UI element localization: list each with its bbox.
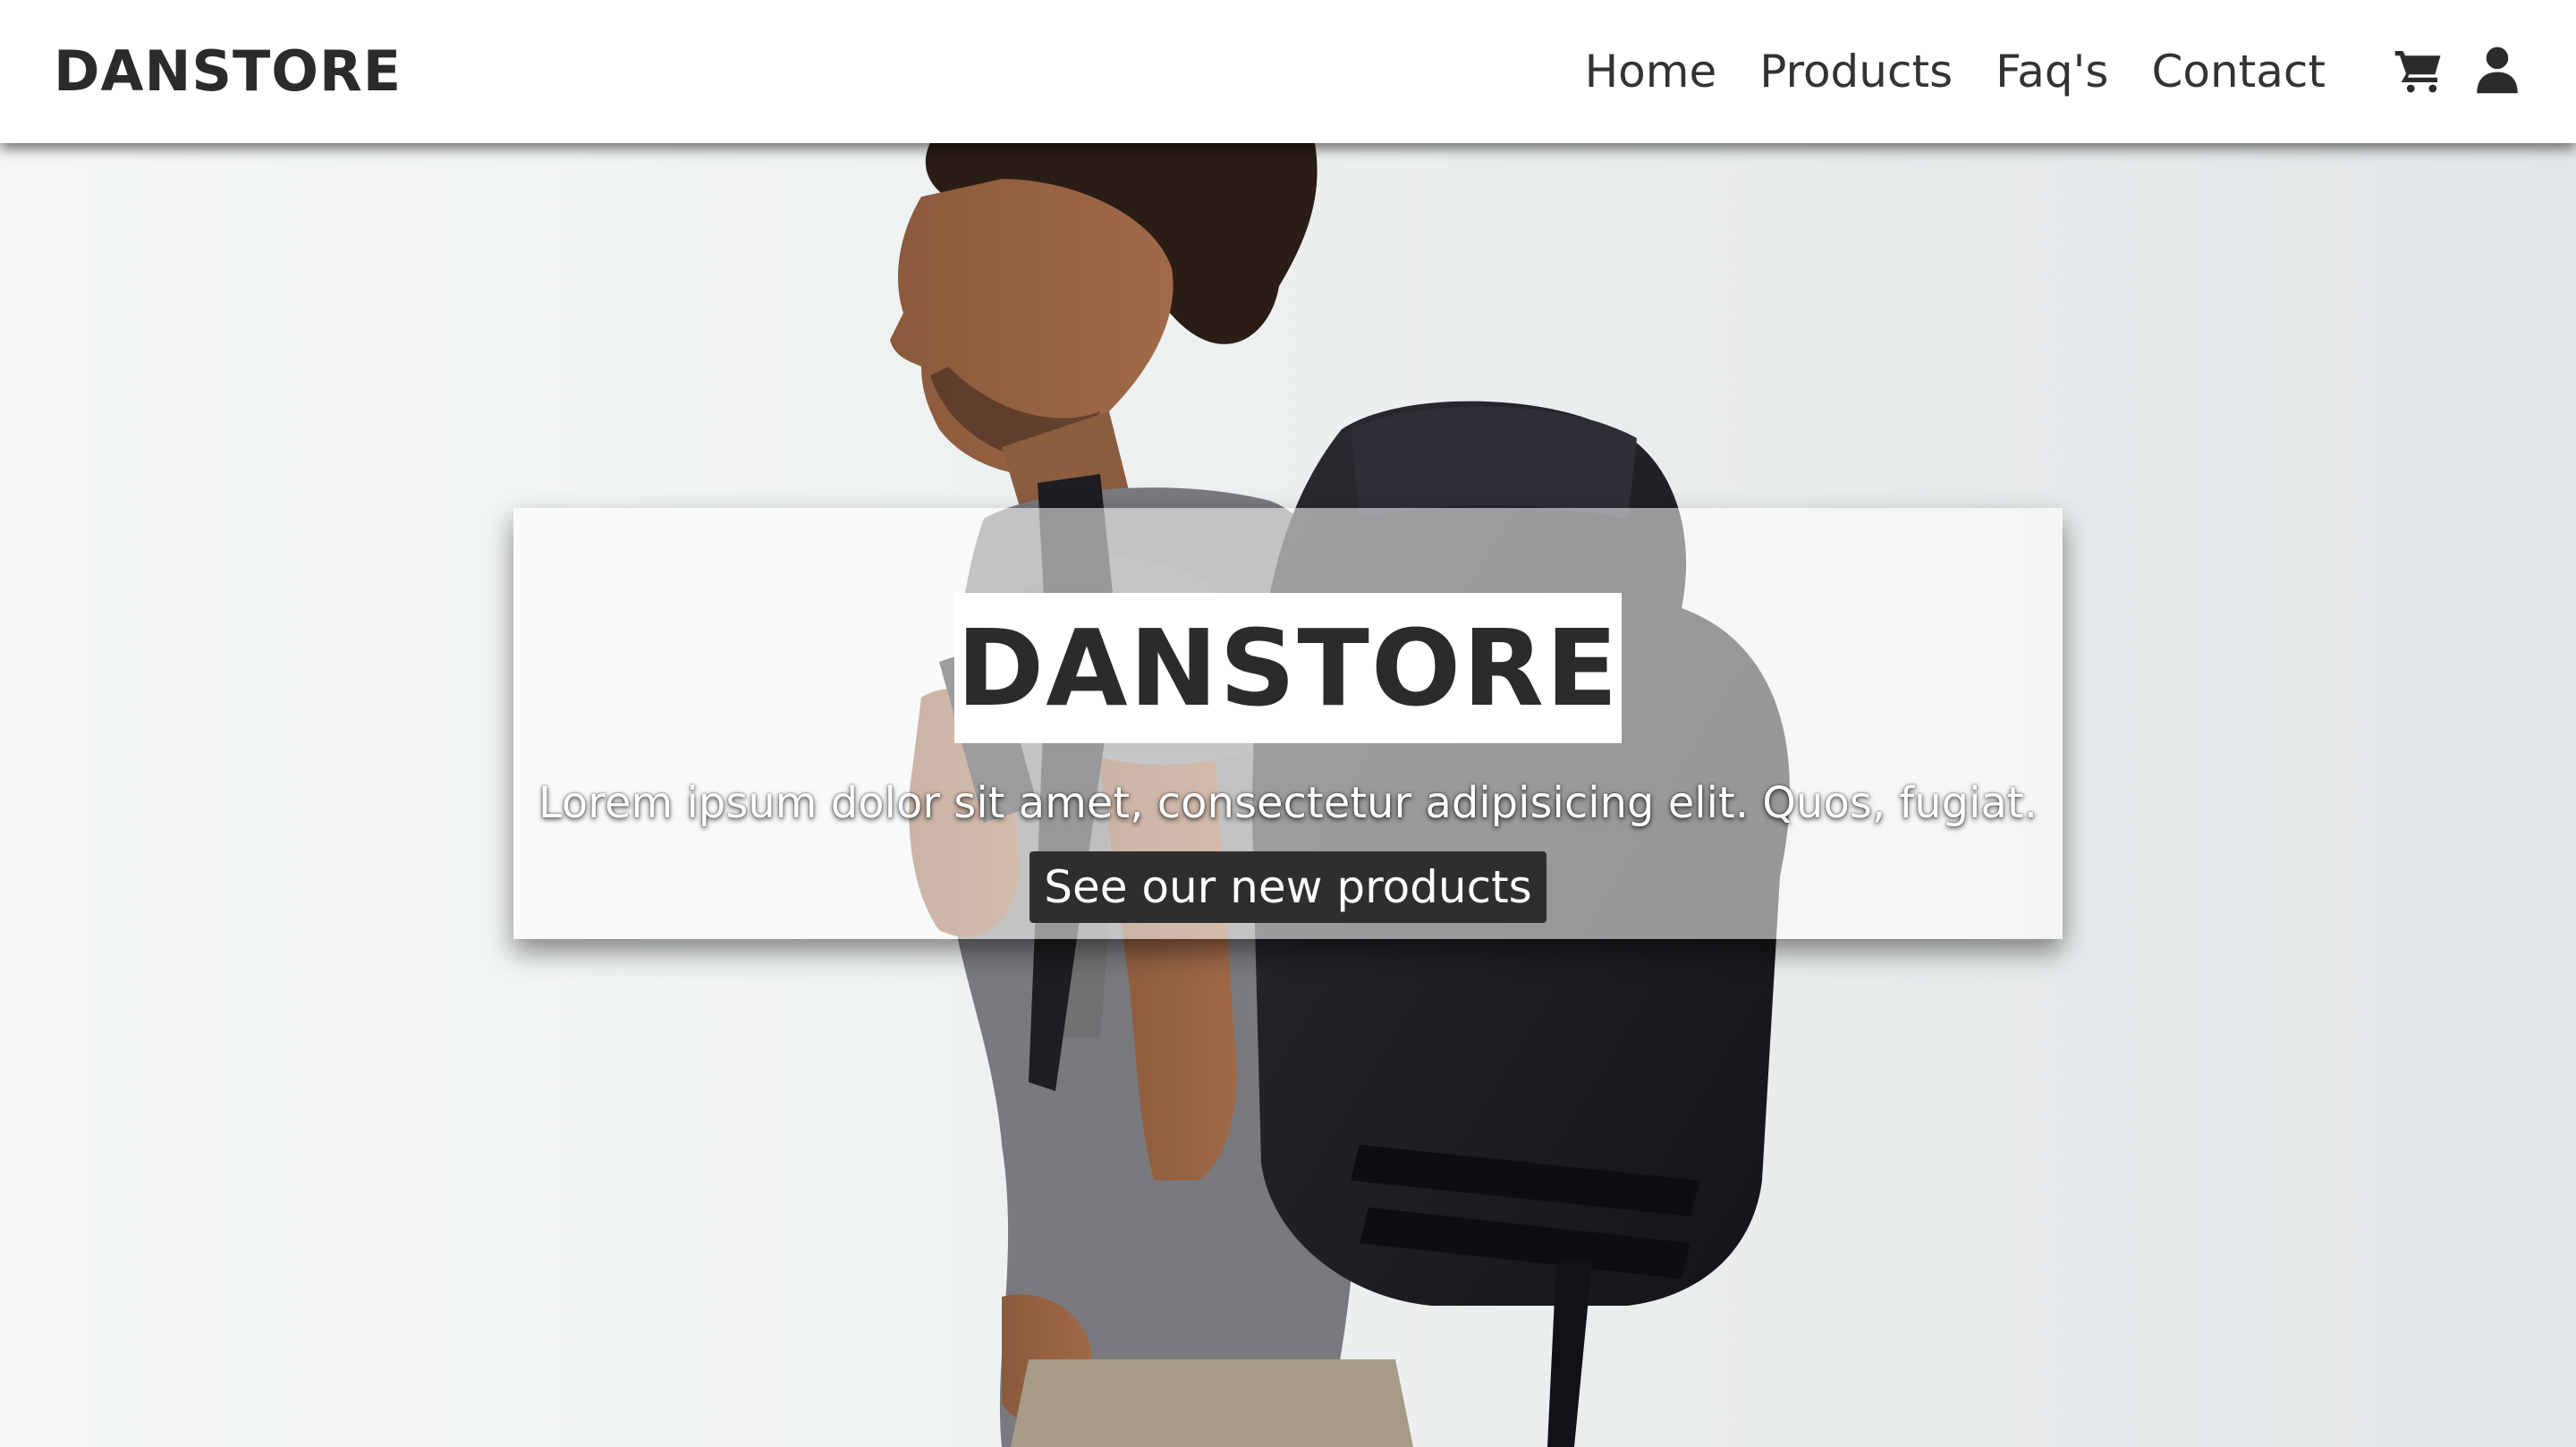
- nav-link-products[interactable]: Products: [1759, 39, 1953, 104]
- nav-link-contact[interactable]: Contact: [2151, 39, 2326, 104]
- nav-link-faqs[interactable]: Faq's: [1996, 39, 2108, 104]
- hero-title: DANSTORE: [954, 593, 1622, 744]
- nav-links: Home Products Faq's Contact: [1585, 39, 2326, 104]
- navbar: DANSTORE Home Products Faq's Contact: [0, 0, 2576, 143]
- see-products-button[interactable]: See our new products: [1030, 851, 1546, 923]
- nav-link-home[interactable]: Home: [1585, 39, 1717, 104]
- user-icon[interactable]: [2472, 45, 2522, 95]
- hero-text: Lorem ipsum dolor sit amet, consectetur …: [538, 778, 2038, 828]
- hero-section: DANSTORE Lorem ipsum dolor sit amet, con…: [0, 143, 2576, 1447]
- brand-logo[interactable]: DANSTORE: [54, 36, 402, 107]
- cart-icon[interactable]: [2394, 45, 2444, 95]
- hero-card: DANSTORE Lorem ipsum dolor sit amet, con…: [513, 508, 2063, 939]
- nav-icons: [2394, 45, 2522, 95]
